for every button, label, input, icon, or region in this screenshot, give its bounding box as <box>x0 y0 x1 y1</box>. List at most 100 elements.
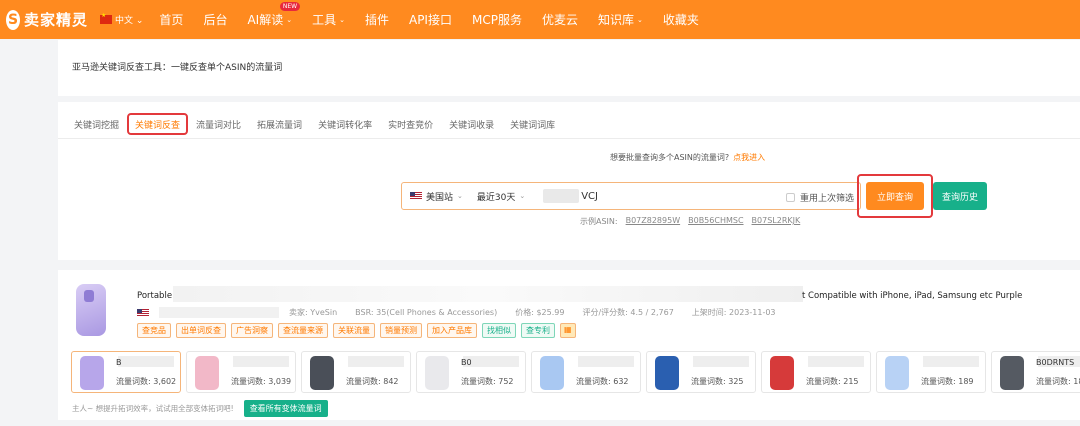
variant-thumbnail <box>770 356 794 390</box>
tab-2[interactable]: 流量词对比 <box>188 113 249 135</box>
asin-redacted <box>543 189 580 203</box>
variant-card[interactable]: B0 流量词数: 752 <box>416 351 526 393</box>
query-button[interactable]: 立即查询 <box>866 182 924 210</box>
product-meta: 卖家: YveSin BSR: 35(Cell Phones & Accesso… <box>137 307 794 318</box>
product-tag[interactable]: 查竞品 <box>137 323 171 338</box>
variant-card[interactable]: 流量词数: 325 <box>646 351 756 393</box>
tab-4[interactable]: 关键词转化率 <box>310 113 380 135</box>
product-tag[interactable]: 查流量来源 <box>278 323 328 338</box>
tool-tabs: 关键词挖掘 关键词反查 流量词对比 拓展流量词 关键词转化率 实时查竞价 关键词收录 关键词词… <box>66 112 563 136</box>
nav-item-3[interactable]: 工具 ⌄ <box>302 11 355 28</box>
grid-icon[interactable]: ▦ <box>560 323 576 338</box>
nav-label: 优麦云 <box>541 13 578 27</box>
period-select[interactable]: 最近30天 ⌄ <box>477 190 525 203</box>
variant-thumbnail <box>310 356 334 390</box>
variant-card[interactable]: 流量词数: 842 <box>301 351 411 393</box>
product-footer: 主人~ 想提升拓词效率，试试用全部变体拓词吧! 查看所有变体流量词 <box>72 400 328 417</box>
product-tag[interactable]: 找相似 <box>482 323 516 338</box>
example-asins: 示例ASIN: B07Z82895W B0B56CHMSC B07SL2RKJK <box>580 216 801 227</box>
nav-label: 知识库 <box>597 13 634 27</box>
china-flag-icon[interactable] <box>100 12 112 24</box>
variant-code-redacted <box>923 356 979 367</box>
example-asin-link[interactable]: B07SL2RKJK <box>752 216 801 227</box>
nav-label: 收藏夹 <box>662 13 699 27</box>
top-navigation-bar: S 卖家精灵 中文 ⌄ 首页后台AI解读⌄NEW工具⌄插件API接口MCP服务优… <box>0 0 1080 39</box>
variant-card[interactable]: B0DRNTS 流量词数: 182 <box>991 351 1080 393</box>
us-flag-icon <box>410 192 422 200</box>
nav-label: 首页 <box>159 13 184 27</box>
product-tag[interactable]: 关联流量 <box>333 323 375 338</box>
chevron-down-icon: ⌄ <box>457 192 463 200</box>
variant-list: B 流量词数: 3,602 流量词数: 3,039 流量词数: 842 B0 流量词数: … <box>71 351 1080 393</box>
nav-label: API接口 <box>408 13 452 27</box>
product-title-end[interactable]: t Compatible with iPhone, iPad, Samsung … <box>802 291 1022 301</box>
product-tag[interactable]: 加入产品库 <box>427 323 477 338</box>
chevron-down-icon: ⌄ <box>286 15 293 24</box>
tab-0[interactable]: 关键词挖掘 <box>66 113 127 135</box>
rating: 评分/评分数: 4.5 / 2,767 <box>582 308 674 317</box>
brand-logo[interactable]: S 卖家精灵 <box>6 9 88 30</box>
launch-date: 上架时间: 2023-11-03 <box>691 308 776 317</box>
chevron-down-icon: ⌄ <box>637 15 643 24</box>
variant-code: B <box>116 358 122 367</box>
nav-item-1[interactable]: 后台 <box>193 11 237 28</box>
nav-item-4[interactable]: 插件 <box>355 11 399 28</box>
variant-keyword-count: 流量词数: 189 <box>921 377 974 386</box>
example-asin-link[interactable]: B07Z82895W <box>626 216 681 227</box>
reuse-filter-checkbox[interactable] <box>786 193 795 202</box>
nav-item-2[interactable]: AI解读 ⌄ NEW <box>237 2 302 28</box>
variant-keyword-count: 流量词数: 325 <box>691 377 744 386</box>
product-tag[interactable]: 销量预测 <box>380 323 422 338</box>
tab-6[interactable]: 关键词收录 <box>441 113 502 135</box>
variant-card[interactable]: 流量词数: 632 <box>531 351 641 393</box>
asin-input[interactable]: VCJ <box>581 191 598 202</box>
variant-thumbnail <box>655 356 679 390</box>
nav-item-0[interactable]: 首页 <box>149 11 193 28</box>
marketplace-select[interactable]: 美国站 ⌄ <box>410 190 463 203</box>
example-asin-link[interactable]: B0B56CHMSC <box>688 216 743 227</box>
batch-query-link[interactable]: 点我进入 <box>733 153 765 162</box>
title-redacted <box>173 286 803 302</box>
variant-keyword-count: 流量词数: 3,602 <box>116 377 177 386</box>
variant-keyword-count: 流量词数: 752 <box>461 377 514 386</box>
variant-card[interactable]: 流量词数: 215 <box>761 351 871 393</box>
reuse-filter-toggle[interactable]: 重用上次筛选 <box>786 191 854 204</box>
product-thumbnail[interactable] <box>76 284 106 336</box>
variant-thumbnail <box>425 356 449 390</box>
product-card: Portable t Compatible with iPhone, iPad,… <box>58 270 1080 420</box>
nav-label: AI解读 <box>247 13 284 27</box>
variant-card[interactable]: B 流量词数: 3,602 <box>71 351 181 393</box>
product-tag[interactable]: 查专利 <box>521 323 555 338</box>
asin-search-box: 美国站 ⌄ 最近30天 ⌄ VCJ 重用上次筛选 <box>401 182 861 210</box>
nav-item-9[interactable]: 收藏夹 <box>653 11 709 28</box>
variant-code-redacted <box>233 356 289 367</box>
all-variants-button[interactable]: 查看所有变体流量词 <box>243 400 328 417</box>
variant-card[interactable]: 流量词数: 189 <box>876 351 986 393</box>
page-title: 亚马逊关键词反查工具：一键反查单个ASIN的流量词 <box>72 63 283 73</box>
chevron-down-icon: ⌄ <box>519 192 526 200</box>
product-title-start[interactable]: Portable <box>137 291 172 301</box>
tab-5[interactable]: 实时查竞价 <box>380 113 441 135</box>
variant-code-redacted <box>348 356 404 367</box>
nav-item-5[interactable]: API接口 <box>399 11 462 28</box>
variant-code: B0 <box>461 358 472 367</box>
language-selector[interactable]: 中文 ⌄ <box>115 13 143 26</box>
variant-code: B0DRNTS <box>1036 358 1075 367</box>
nav-item-6[interactable]: MCP服务 <box>462 11 532 28</box>
nav-item-8[interactable]: 知识库 ⌄ <box>588 11 653 28</box>
query-history-button[interactable]: 查询历史 <box>933 182 987 210</box>
query-button-highlight: 立即查询 <box>857 174 933 218</box>
new-badge: NEW <box>279 2 301 11</box>
tab-1[interactable]: 关键词反查 <box>127 113 189 135</box>
tab-7[interactable]: 关键词词库 <box>502 113 563 135</box>
tab-3[interactable]: 拓展流量词 <box>249 113 310 135</box>
variant-card[interactable]: 流量词数: 3,039 <box>186 351 296 393</box>
meta-redacted <box>159 307 279 318</box>
nav-item-7[interactable]: 优麦云 <box>532 11 588 28</box>
variant-code-redacted <box>693 356 749 367</box>
variant-thumbnail <box>195 356 219 390</box>
nav-label: 工具 <box>312 13 337 27</box>
product-tag[interactable]: 广告洞察 <box>231 323 273 338</box>
variant-thumbnail <box>885 356 909 390</box>
product-tag[interactable]: 出单词反查 <box>176 323 226 338</box>
